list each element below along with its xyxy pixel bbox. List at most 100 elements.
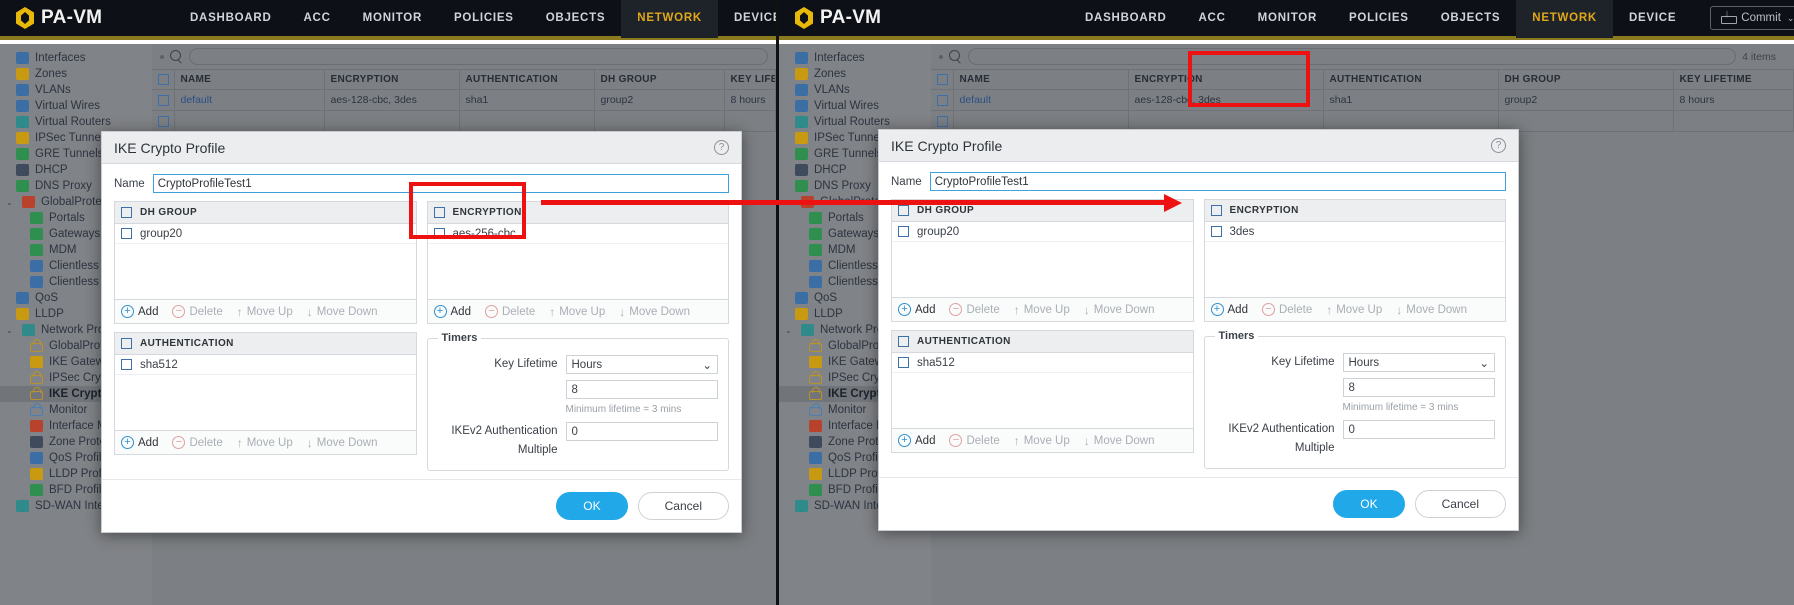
col-encryption[interactable]: ENCRYPTION [324,70,460,91]
key-lifetime-value-input[interactable]: 8 [1342,378,1495,397]
dh-group-row[interactable]: group20 [892,222,1193,242]
table-row[interactable]: default aes-128-cbc, 3des sha1 group2 8 … [931,89,1794,112]
encryption-delete-button[interactable]: − Delete [484,305,535,318]
sidebar-item-zones[interactable]: Zones [0,66,152,82]
ikev2-auth-multiple-input[interactable]: 0 [565,422,718,441]
search-input[interactable] [189,48,768,65]
ikev2-auth-multiple-input[interactable]: 0 [1342,420,1495,439]
dh-group-move-down-button[interactable]: ↓ Move Down [307,305,378,319]
dh-group-move-up-button[interactable]: ↑ Move Up [1014,303,1070,317]
encryption-row[interactable]: aes-256-cbc [427,224,728,244]
nav-tab-acc[interactable]: ACC [1183,0,1242,38]
ok-button[interactable]: OK [556,492,628,520]
encryption-row-checkbox[interactable] [433,228,445,239]
col-key-lifetime[interactable]: KEY LIFETIME [1673,70,1794,91]
sidebar-item-vlans[interactable]: VLANs [0,82,152,98]
authentication-delete-button[interactable]: − Delete [949,434,1000,447]
col-dh-group[interactable]: DH GROUP [1498,70,1674,91]
cancel-button[interactable]: Cancel [1414,490,1506,518]
dh-group-select-all-checkbox[interactable] [121,207,132,218]
authentication-row[interactable]: sha512 [892,353,1193,373]
help-icon[interactable]: ? [714,140,729,155]
commit-button[interactable]: Commit ⌄ [1710,6,1794,30]
row-checkbox[interactable] [937,94,948,106]
search-input[interactable] [968,48,1737,65]
dh-group-delete-button[interactable]: − Delete [172,305,223,318]
encryption-delete-button[interactable]: − Delete [1261,303,1312,316]
name-input[interactable] [152,174,729,193]
sidebar-item-virtual-wires[interactable]: Virtual Wires [0,98,152,114]
chevron-down-icon[interactable]: ⌄ [6,326,15,335]
col-name[interactable]: NAME [174,70,325,91]
nav-tab-objects[interactable]: OBJECTS [530,0,622,38]
sidebar-item-zones[interactable]: Zones [779,66,931,82]
chevron-down-icon[interactable]: ⌄ [785,326,794,335]
authentication-move-down-button[interactable]: ↓ Move Down [307,436,378,450]
help-icon[interactable]: ? [1491,138,1506,153]
row-checkbox[interactable] [158,94,169,106]
cell-name[interactable]: default [953,89,1129,112]
nav-tab-device[interactable]: DEVICE [1613,0,1692,38]
ok-button[interactable]: OK [1333,490,1405,518]
encryption-add-button[interactable]: + Add [433,305,471,318]
encryption-add-button[interactable]: + Add [1210,303,1248,316]
authentication-row-checkbox[interactable] [121,359,132,370]
nav-tab-policies[interactable]: POLICIES [438,0,530,38]
dh-group-row[interactable]: group20 [115,224,416,244]
row-checkbox[interactable] [937,115,948,127]
select-all-checkbox[interactable] [158,74,169,85]
nav-tab-policies[interactable]: POLICIES [1333,0,1425,38]
nav-tab-monitor[interactable]: MONITOR [347,0,438,38]
chevron-down-icon[interactable]: ⌄ [785,198,794,207]
authentication-row-checkbox[interactable] [898,357,909,368]
chevron-down-icon[interactable]: ⌄ [6,198,15,207]
row-checkbox[interactable] [158,115,169,127]
sidebar-item-vlans[interactable]: VLANs [779,82,931,98]
encryption-move-up-button[interactable]: ↑ Move Up [1326,303,1382,317]
authentication-select-all-checkbox[interactable] [121,338,132,349]
nav-tab-dashboard[interactable]: DASHBOARD [174,0,288,38]
authentication-add-button[interactable]: + Add [898,434,935,447]
nav-tab-network[interactable]: NETWORK [621,0,718,38]
authentication-select-all-checkbox[interactable] [898,336,909,347]
dh-group-add-button[interactable]: + Add [121,305,158,318]
dh-group-row-checkbox[interactable] [121,228,132,239]
key-lifetime-unit-select[interactable]: Hours ⌄ [1342,353,1495,372]
dh-group-select-all-checkbox[interactable] [898,205,909,216]
sidebar-item-virtual-routers[interactable]: Virtual Routers [0,114,152,130]
nav-tab-objects[interactable]: OBJECTS [1425,0,1517,38]
dh-group-delete-button[interactable]: − Delete [949,303,1000,316]
encryption-row-checkbox[interactable] [1210,226,1222,237]
dh-group-row-checkbox[interactable] [898,226,909,237]
col-key-lifetime[interactable]: KEY LIFETIME [724,70,776,91]
encryption-row[interactable]: 3des [1204,222,1505,242]
authentication-move-down-button[interactable]: ↓ Move Down [1084,434,1155,448]
col-authentication[interactable]: AUTHENTICATION [459,70,595,91]
col-encryption[interactable]: ENCRYPTION [1128,70,1324,91]
dh-group-move-up-button[interactable]: ↑ Move Up [237,305,293,319]
nav-tab-network[interactable]: NETWORK [1516,0,1613,38]
sidebar-item-virtual-wires[interactable]: Virtual Wires [779,98,931,114]
col-dh-group[interactable]: DH GROUP [594,70,725,91]
key-lifetime-unit-select[interactable]: Hours ⌄ [565,355,718,374]
select-all-checkbox[interactable] [937,74,948,85]
authentication-move-up-button[interactable]: ↑ Move Up [1014,434,1070,448]
col-name[interactable]: NAME [953,70,1129,91]
col-authentication[interactable]: AUTHENTICATION [1323,70,1499,91]
encryption-select-all-checkbox[interactable] [1210,205,1222,216]
authentication-add-button[interactable]: + Add [121,436,158,449]
dh-group-add-button[interactable]: + Add [898,303,935,316]
table-row[interactable] [152,110,776,133]
encryption-select-all-checkbox[interactable] [433,207,445,218]
encryption-move-down-button[interactable]: ↓ Move Down [619,305,690,319]
key-lifetime-value-input[interactable]: 8 [565,380,718,399]
table-row[interactable]: default aes-128-cbc, 3des sha1 group2 8 … [152,89,776,112]
nav-tab-monitor[interactable]: MONITOR [1242,0,1333,38]
nav-tab-acc[interactable]: ACC [288,0,347,38]
cell-name[interactable]: default [174,89,325,112]
encryption-move-down-button[interactable]: ↓ Move Down [1396,303,1467,317]
authentication-delete-button[interactable]: − Delete [172,436,223,449]
authentication-row[interactable]: sha512 [115,355,416,375]
nav-tab-device[interactable]: DEVICE [718,0,776,38]
dh-group-move-down-button[interactable]: ↓ Move Down [1084,303,1155,317]
